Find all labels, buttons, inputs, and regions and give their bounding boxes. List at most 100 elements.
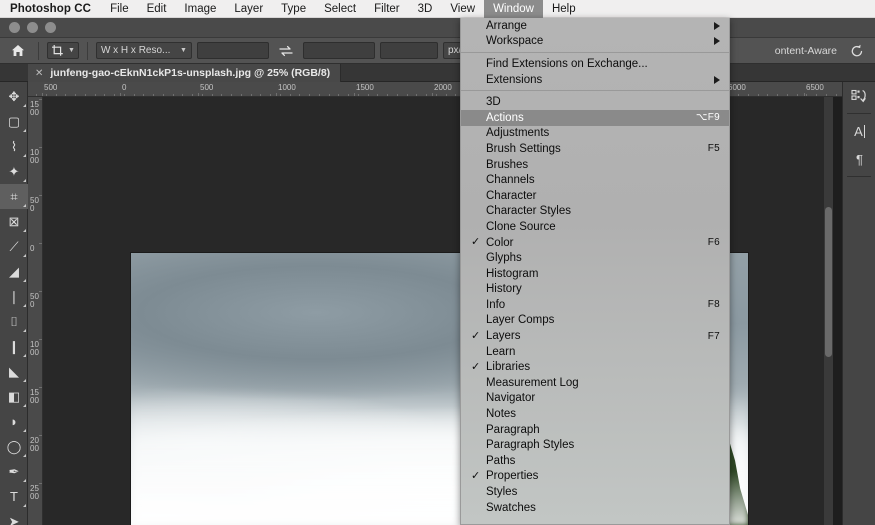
window-menu-item-find-extensions-on-exchange[interactable]: Find Extensions on Exchange... (461, 56, 729, 72)
swap-arrows-icon[interactable] (274, 41, 298, 61)
crop-ratio-select[interactable]: W x H x Reso... ▼ (96, 42, 192, 59)
window-menu-item-extensions[interactable]: Extensions (461, 72, 729, 88)
window-menu-item-color[interactable]: ✓ColorF6 (461, 235, 729, 251)
window-menu-item-label: Histogram (486, 268, 538, 280)
rectangular-marquee-tool-glyph: ▢ (8, 114, 20, 130)
window-menu-item-3d[interactable]: 3D (461, 94, 729, 110)
menu-item-select[interactable]: Select (315, 0, 365, 18)
menu-item-help[interactable]: Help (543, 0, 585, 18)
window-menu-item-navigator[interactable]: Navigator (461, 391, 729, 407)
ruler-tick-label: 2500 (30, 485, 39, 501)
crop-tool-preset-picker[interactable]: ▼ (47, 42, 79, 59)
home-icon[interactable] (6, 41, 30, 61)
window-menu-item-history[interactable]: History (461, 282, 729, 298)
window-menu-item-actions[interactable]: Actions⌥F9 (461, 110, 729, 126)
canvas-vertical-scrollbar[interactable] (824, 97, 833, 525)
brush-tool[interactable]: ❘ (0, 284, 28, 309)
path-selection-tool[interactable]: ➤ (0, 509, 28, 525)
menu-item-filter[interactable]: Filter (365, 0, 409, 18)
window-menu-item-info[interactable]: InfoF8 (461, 297, 729, 313)
window-menu-item-brush-settings[interactable]: Brush SettingsF5 (461, 141, 729, 157)
window-menu-item-layer-comps[interactable]: Layer Comps (461, 313, 729, 329)
window-dropdown-menu[interactable]: ArrangeWorkspace Find Extensions on Excha… (460, 18, 730, 525)
window-menu-item-clone-source[interactable]: Clone Source (461, 219, 729, 235)
menu-item-layer[interactable]: Layer (225, 0, 272, 18)
ruler-tick-label: 6000 (728, 83, 746, 92)
window-menu-item-arrange[interactable]: Arrange (461, 18, 729, 34)
window-menu-item-learn[interactable]: Learn (461, 344, 729, 360)
window-menu-item-adjustments[interactable]: Adjustments (461, 126, 729, 142)
gradient-tool[interactable]: ◧ (0, 384, 28, 409)
window-menu-item-paragraph[interactable]: Paragraph (461, 422, 729, 438)
magic-wand-tool[interactable]: ✦ (0, 159, 28, 184)
type-tool[interactable]: T (0, 484, 28, 509)
crop-tool[interactable]: ⌗ (0, 184, 28, 209)
ruler-minor-tick (416, 94, 417, 96)
rectangular-marquee-tool[interactable]: ▢ (0, 109, 28, 134)
blur-tool[interactable]: ◗ (0, 409, 28, 434)
tool-group-indicator (23, 129, 26, 132)
crop-width-input[interactable] (197, 42, 269, 59)
ruler-minor-tick (231, 94, 232, 96)
window-menu-item-character-styles[interactable]: Character Styles (461, 204, 729, 220)
move-tool[interactable]: ✥ (0, 84, 28, 109)
close-icon[interactable]: ✕ (35, 68, 43, 79)
frame-tool[interactable]: ⊠ (0, 209, 28, 234)
checkmark-icon: ✓ (471, 331, 480, 342)
window-menu-item-glyphs[interactable]: Glyphs (461, 250, 729, 266)
menu-item-view[interactable]: View (441, 0, 484, 18)
menu-item-type[interactable]: Type (272, 0, 315, 18)
window-menu-item-styles[interactable]: Styles (461, 484, 729, 500)
window-menu-item-libraries[interactable]: ✓Libraries (461, 359, 729, 375)
document-tab[interactable]: ✕ junfeng-gao-cEknN1ckP1s-unsplash.jpg @… (28, 64, 341, 82)
close-window-button[interactable] (9, 22, 20, 33)
window-menu-item-swatches[interactable]: Swatches (461, 500, 729, 516)
eyedropper-tool[interactable]: ⟋ (0, 234, 28, 259)
lasso-tool[interactable]: ⌇ (0, 134, 28, 159)
crop-height-input[interactable] (303, 42, 375, 59)
window-menu-item-histogram[interactable]: Histogram (461, 266, 729, 282)
character-panel-icon[interactable]: A (843, 117, 875, 145)
tool-group-indicator (23, 329, 26, 332)
window-menu-item-label: Learn (486, 346, 515, 358)
maximize-window-button[interactable] (45, 22, 56, 33)
window-menu-item-workspace[interactable]: Workspace (461, 34, 729, 50)
window-menu-item-paths[interactable]: Paths (461, 453, 729, 469)
vertical-ruler[interactable]: 1500100050005001000150020002500 (28, 97, 43, 525)
window-menu-item-notes[interactable]: Notes (461, 406, 729, 422)
tool-group-indicator (23, 454, 26, 457)
actions-panel-icon[interactable] (843, 82, 875, 110)
gradient-tool-glyph: ◧ (8, 389, 20, 405)
menu-item-window[interactable]: Window (484, 0, 543, 18)
menu-item-file[interactable]: File (101, 0, 138, 18)
window-menu-item-paragraph-styles[interactable]: Paragraph Styles (461, 437, 729, 453)
history-brush-tool[interactable]: ❙ (0, 334, 28, 359)
window-menu-item-channels[interactable]: Channels (461, 172, 729, 188)
window-menu-item-character[interactable]: Character (461, 188, 729, 204)
menu-item-edit[interactable]: Edit (138, 0, 176, 18)
window-menu-item-layers[interactable]: ✓LayersF7 (461, 328, 729, 344)
scrollbar-thumb[interactable] (825, 207, 832, 357)
horizontal-ruler[interactable]: 50005001000150020002500300060006500 (28, 82, 875, 97)
application-menu-bar: Photoshop CC FileEditImageLayerTypeSelec… (0, 0, 875, 18)
eraser-tool[interactable]: ◣ (0, 359, 28, 384)
dodge-tool[interactable]: ◯ (0, 434, 28, 459)
window-menu-item-measurement-log[interactable]: Measurement Log (461, 375, 729, 391)
window-menu-item-label: Properties (486, 470, 538, 482)
clone-stamp-tool[interactable]: ⌷ (0, 309, 28, 334)
minimize-window-button[interactable] (27, 22, 38, 33)
menu-item-image[interactable]: Image (175, 0, 225, 18)
ruler-tick-mark (42, 93, 43, 96)
window-menu-item-properties[interactable]: ✓Properties (461, 469, 729, 485)
window-menu-item-brushes[interactable]: Brushes (461, 157, 729, 173)
ruler-minor-tick (270, 94, 271, 96)
reset-icon[interactable] (845, 41, 869, 61)
crop-resolution-input[interactable] (380, 42, 438, 59)
paragraph-panel-icon[interactable]: ¶ (843, 145, 875, 173)
pen-tool[interactable]: ✒ (0, 459, 28, 484)
ruler-tick-label: 500 (44, 83, 57, 92)
clone-stamp-tool-glyph: ⌷ (10, 314, 18, 330)
menu-item-3d[interactable]: 3D (409, 0, 442, 18)
app-name-label: Photoshop CC (0, 3, 101, 15)
healing-brush-tool[interactable]: ◢ (0, 259, 28, 284)
